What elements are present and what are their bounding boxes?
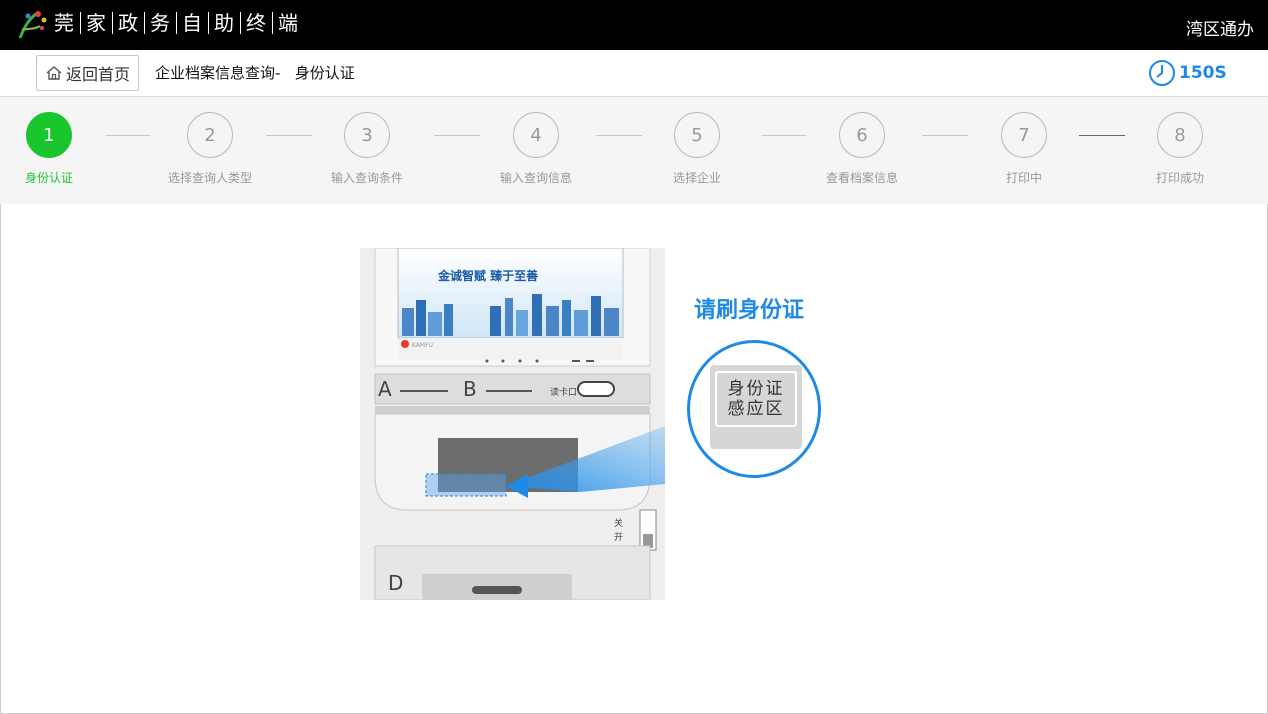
step-label: 输入查询信息	[499, 171, 572, 185]
app-title-char: 自	[177, 12, 209, 34]
top-bar: 莞 家 政 务 自 助 终 端 湾区通办	[0, 0, 1268, 50]
slot-d-label: D	[388, 571, 403, 595]
app-title-char: 终	[241, 12, 273, 34]
app-title-char: 政	[113, 12, 145, 34]
step-number: 5	[674, 112, 720, 158]
step-8: 8 打印成功	[1120, 112, 1240, 186]
slot-a-label: A	[378, 377, 392, 401]
home-button-label: 返回首页	[66, 65, 131, 84]
step-number: 4	[513, 112, 559, 158]
kiosk-illustration: 金诚智赋 臻于至善 KAMFU A B 读卡口 关 开 D	[360, 248, 665, 600]
step-progress: 1 身份认证 2 选择查询人类型 3 输入查询条件 4 输入查询信息 5 选择企…	[0, 97, 1268, 204]
zone-line-2: 感应区	[727, 399, 785, 419]
step-connector	[761, 135, 807, 136]
brand-logo-icon	[401, 340, 409, 348]
app-title-char: 家	[81, 12, 113, 34]
step-connector	[434, 135, 480, 136]
countdown-timer: 150S	[1148, 59, 1227, 87]
step-connector	[105, 135, 151, 136]
switch-close-label: 关	[614, 517, 623, 529]
sensor-zoom-callout: 身份证 感应区	[687, 340, 821, 478]
step-5: 5 选择企业	[637, 112, 757, 186]
step-number: 1	[26, 112, 72, 158]
step-label: 选择查询人类型	[167, 171, 252, 185]
breadcrumb: 企业档案信息查询- 身份认证	[155, 64, 355, 82]
step-4: 4 输入查询信息	[476, 112, 596, 186]
logo-icon	[18, 11, 47, 39]
step-number: 2	[187, 112, 233, 158]
step-connector	[596, 135, 642, 136]
screen-banner: 金诚智赋 臻于至善	[437, 268, 538, 283]
brand-label: 湾区通办	[1186, 20, 1254, 40]
step-number: 8	[1157, 112, 1203, 158]
kiosk-brand: KAMFU	[412, 342, 433, 349]
zone-line-1: 身份证	[727, 379, 785, 399]
switch-open-label: 开	[614, 532, 623, 543]
app-title-char: 端	[278, 11, 299, 35]
step-number: 7	[1001, 112, 1047, 158]
step-connector	[922, 135, 968, 136]
step-label: 查看档案信息	[825, 171, 898, 185]
card-slot-icon	[577, 381, 615, 397]
step-label: 输入查询条件	[330, 171, 403, 185]
step-1: 1 身份认证	[0, 112, 109, 186]
sub-bar: 返回首页 企业档案信息查询- 身份认证 150S	[0, 50, 1268, 97]
app-title-char: 务	[145, 12, 177, 34]
step-2: 2 选择查询人类型	[150, 112, 270, 186]
clock-icon	[1149, 60, 1175, 86]
step-label: 身份认证	[24, 171, 73, 185]
slot-b-label: B	[463, 377, 477, 401]
app-title: 莞 家 政 务 自 助 终 端	[54, 12, 304, 34]
card-sensor-zone	[425, 473, 507, 497]
step-7: 7 打印中	[964, 112, 1084, 186]
step-6: 6 查看档案信息	[802, 112, 922, 186]
id-sensor-pad: 身份证 感应区	[710, 365, 802, 449]
step-label: 打印中	[1005, 171, 1042, 185]
app-title-char: 助	[209, 12, 241, 34]
swipe-id-prompt: 请刷身份证	[694, 298, 805, 323]
step-connector	[266, 135, 312, 136]
id-sensor-label: 身份证 感应区	[715, 371, 797, 427]
step-label: 选择企业	[672, 171, 721, 185]
countdown-value: 150S	[1179, 63, 1227, 83]
home-button[interactable]: 返回首页	[36, 55, 139, 91]
home-icon	[46, 66, 62, 80]
step-connector	[1079, 135, 1125, 136]
step-number: 6	[839, 112, 885, 158]
step-number: 3	[344, 112, 390, 158]
app-title-char: 莞	[54, 12, 81, 34]
card-slot-label: 读卡口	[550, 386, 577, 398]
main-content: 金诚智赋 臻于至善 KAMFU A B 读卡口 关 开 D 请刷身份证 身份证 …	[0, 204, 1268, 714]
step-label: 打印成功	[1155, 171, 1204, 185]
step-3: 3 输入查询条件	[307, 112, 427, 186]
